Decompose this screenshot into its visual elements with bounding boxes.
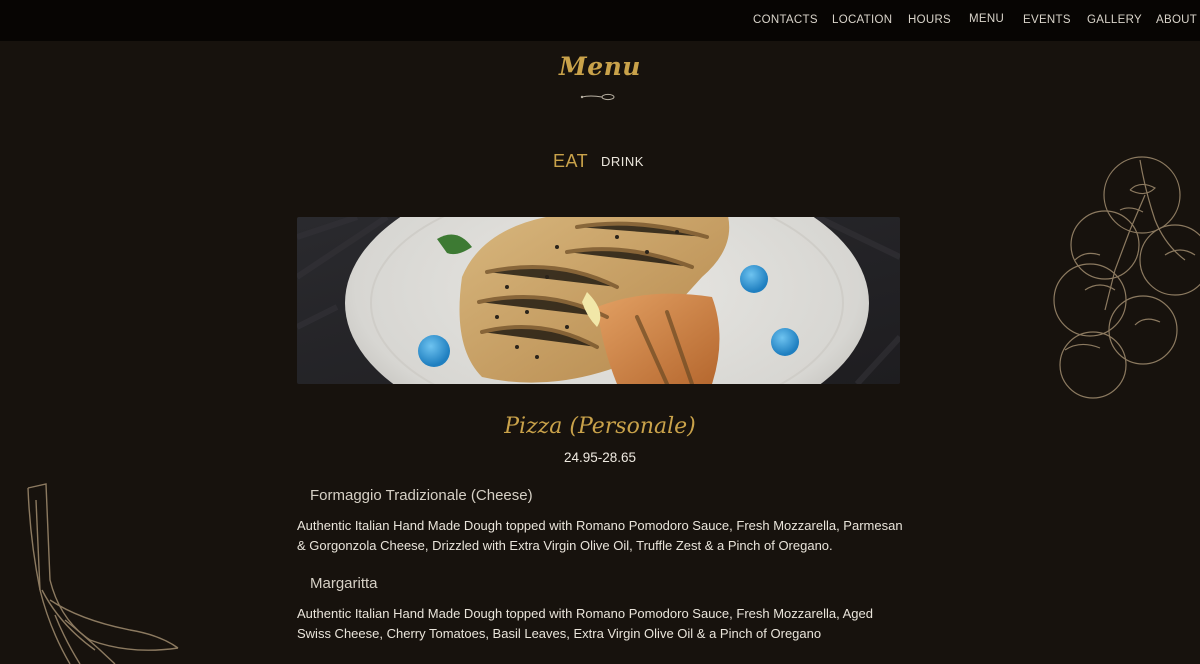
menu-item-description: Authentic Italian Hand Made Dough topped… bbox=[297, 518, 903, 553]
spoon-divider-icon bbox=[580, 93, 615, 101]
section-title: Pizza (Personale) bbox=[504, 414, 696, 439]
menu-item-name: Margaritta bbox=[310, 575, 378, 592]
nav-link-menu[interactable]: MENU bbox=[969, 13, 1004, 25]
tab-drink[interactable]: DRINK bbox=[601, 154, 644, 169]
section-price: 24.95-28.65 bbox=[563, 450, 637, 465]
nav-link-gallery[interactable]: GALLERY bbox=[1087, 14, 1142, 26]
menu-item-name: Formaggio Tradizionale (Cheese) bbox=[310, 487, 533, 504]
top-navigation-bar: CONTACTS LOCATION HOURS MENU EVENTS GALL… bbox=[0, 0, 1200, 41]
sandwich-plate-image bbox=[297, 217, 900, 384]
tab-eat[interactable]: EAT bbox=[553, 151, 588, 172]
nav-link-hours[interactable]: HOURS bbox=[908, 14, 951, 26]
garlic-illustration bbox=[27, 483, 179, 664]
page-title: Menu bbox=[559, 52, 641, 81]
nav-link-location[interactable]: LOCATION bbox=[832, 14, 892, 26]
menu-hero-photo bbox=[297, 217, 900, 384]
nav-link-events[interactable]: EVENTS bbox=[1023, 14, 1071, 26]
menu-item-description: Authentic Italian Hand Made Dough topped… bbox=[297, 606, 873, 641]
cherry-tomato-vine-illustration bbox=[1053, 156, 1200, 399]
nav-link-about[interactable]: ABOUT bbox=[1156, 14, 1197, 26]
nav-link-contacts[interactable]: CONTACTS bbox=[753, 14, 818, 26]
